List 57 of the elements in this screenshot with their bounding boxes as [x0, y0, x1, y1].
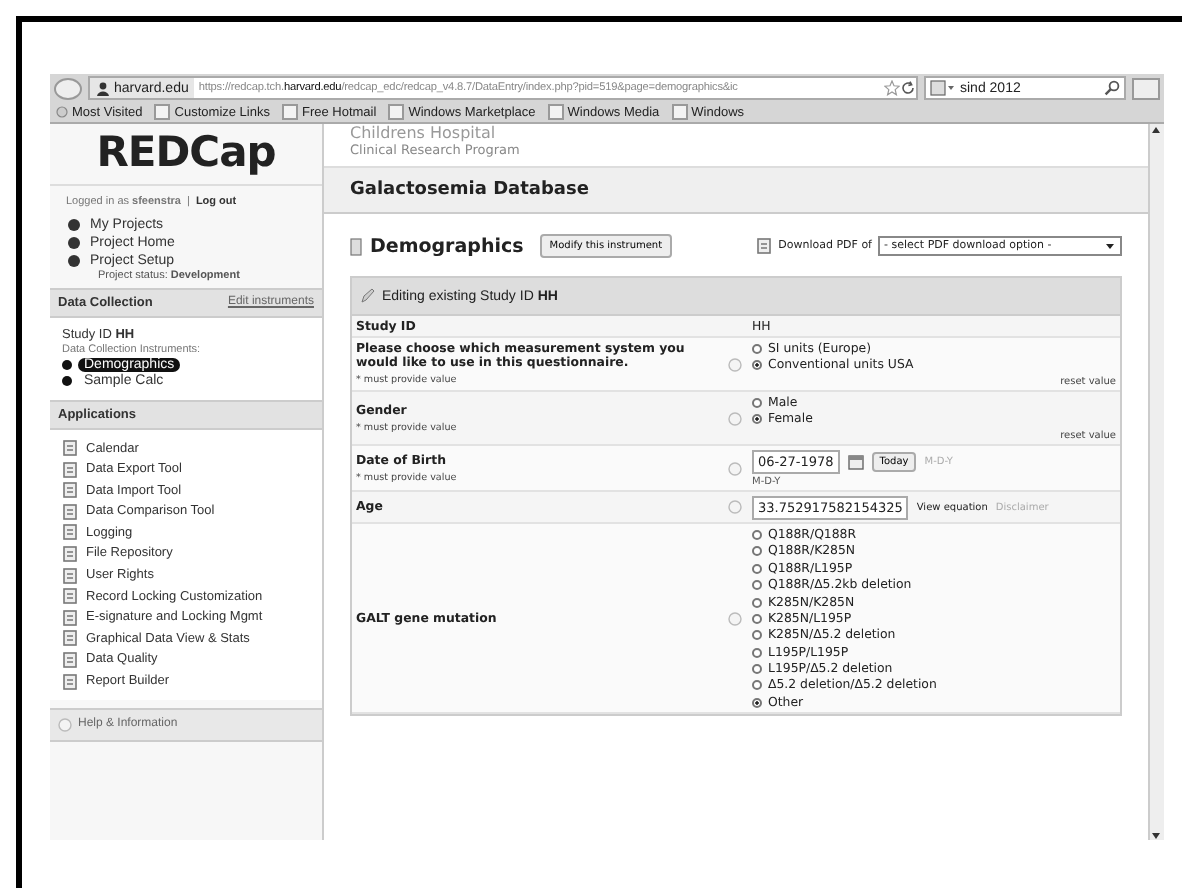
document-icon — [62, 630, 78, 647]
radio-button[interactable] — [752, 360, 762, 371]
circle-icon — [66, 254, 82, 268]
search-icon[interactable] — [1104, 80, 1120, 96]
pencil-icon — [360, 288, 376, 304]
radio-button[interactable] — [752, 697, 762, 708]
radio-button[interactable] — [752, 613, 762, 624]
circle-icon — [728, 411, 742, 426]
document-icon — [62, 673, 78, 690]
bullet-icon — [62, 376, 72, 386]
radio-button[interactable] — [752, 597, 762, 608]
circle-icon — [66, 218, 82, 232]
project-title: Galactosemia Database — [324, 166, 1148, 214]
circle-icon — [728, 500, 742, 515]
scrollbar[interactable] — [1148, 124, 1164, 840]
document-icon — [62, 482, 78, 499]
search-engine-icon — [930, 80, 954, 96]
radio-button[interactable] — [752, 563, 762, 574]
scroll-down-icon[interactable] — [1150, 830, 1162, 840]
radio-button[interactable] — [752, 397, 762, 408]
document-icon — [62, 651, 78, 668]
person-icon — [96, 81, 110, 95]
circle-icon — [728, 357, 742, 372]
instrument-title: Demographics — [350, 235, 524, 257]
radio-button[interactable] — [752, 680, 762, 691]
document-icon — [62, 440, 78, 456]
document-icon — [756, 238, 773, 254]
star-icon[interactable] — [884, 80, 900, 96]
document-icon — [62, 503, 78, 520]
radio-button[interactable] — [752, 344, 762, 354]
radio-button[interactable] — [752, 414, 762, 425]
redcap-logo: REDCap — [94, 126, 278, 180]
radio-button[interactable] — [752, 529, 762, 540]
document-icon — [62, 609, 78, 626]
radio-button[interactable] — [752, 630, 762, 641]
circle-icon — [728, 611, 742, 626]
back-button[interactable] — [54, 77, 82, 99]
home-button[interactable] — [1132, 77, 1160, 99]
document-icon — [62, 545, 78, 562]
radio-button[interactable] — [752, 580, 762, 591]
document-icon — [62, 461, 78, 478]
circle-icon — [58, 717, 72, 732]
organization-name: Childrens Hospital — [348, 124, 498, 142]
bullet-icon — [62, 360, 72, 370]
document-icon — [62, 588, 78, 605]
radio-button[interactable] — [752, 647, 762, 658]
form-icon — [350, 237, 362, 255]
circle-icon — [66, 236, 82, 250]
calendar-icon[interactable] — [847, 453, 864, 470]
radio-button[interactable] — [752, 546, 762, 557]
circle-icon — [728, 461, 742, 476]
radio-button[interactable] — [752, 664, 762, 675]
document-icon — [62, 567, 78, 584]
reload-icon[interactable] — [900, 80, 916, 96]
dropdown-arrow-icon — [1104, 240, 1116, 252]
document-icon — [62, 524, 78, 541]
scroll-up-icon[interactable] — [1150, 124, 1162, 136]
